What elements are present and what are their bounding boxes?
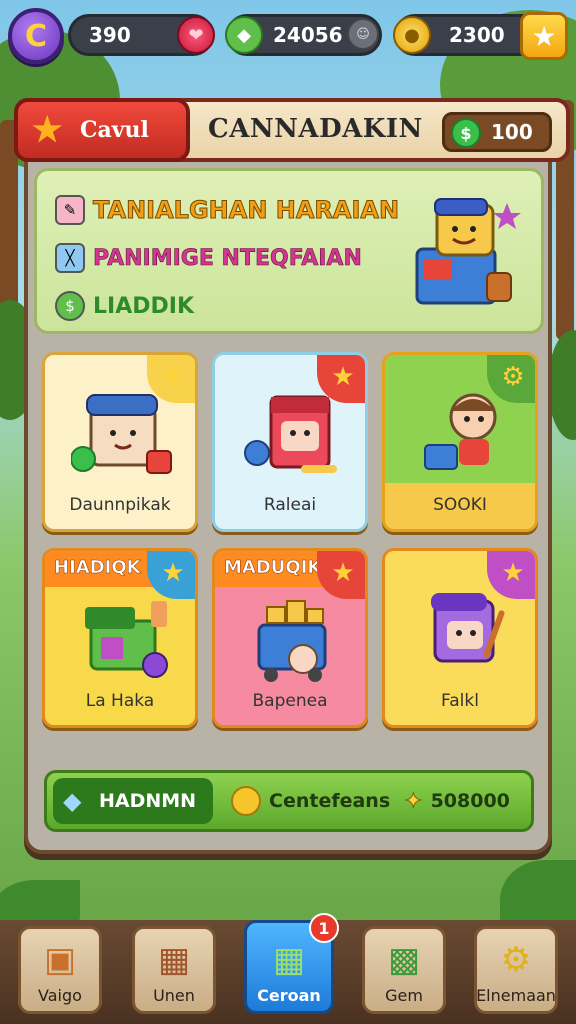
- nav-label: Ceroan: [257, 986, 321, 1005]
- task-banner[interactable]: ✎ TANIALGHAN HARAIAN ╳ PANIMIGE NTEQFAIA…: [34, 168, 544, 334]
- task-label: LIADDIK: [93, 293, 194, 319]
- gem-icon: ◆: [225, 16, 263, 54]
- lives-value: 390: [89, 23, 131, 47]
- panel-header: ★ Cavul CANNADAKIN $ 100: [14, 98, 570, 162]
- task-label: TANIALGHAN HARAIAN: [92, 196, 400, 225]
- gear-icon: ⚙: [500, 940, 532, 980]
- gem-icon: ◆: [63, 787, 82, 815]
- task-item: ╳ PANIMIGE NTEQFAIAN: [55, 243, 362, 273]
- purple-cube-character-icon: [431, 593, 505, 663]
- notification-badge: 1: [309, 913, 339, 943]
- task-label: PANIMIGE NTEQFAIAN: [93, 245, 362, 271]
- nav-label: Elnemaan: [476, 986, 556, 1005]
- nav-label: Gem: [385, 986, 423, 1005]
- gems-counter: ◆ 24056 ☺: [225, 14, 382, 56]
- reward-strip[interactable]: ◆ HADNMN Centefeans ✦ 508000: [44, 770, 534, 832]
- reward-strip-label: HADNMN: [99, 790, 197, 812]
- card-label: SOOKI: [385, 483, 535, 529]
- lives-counter: 390 ❤: [68, 14, 215, 56]
- card-label: La Haka: [85, 691, 155, 711]
- heart-icon: ❤: [177, 16, 215, 54]
- panel-coin-value: 100: [491, 120, 533, 144]
- armchair-icon: ▩: [387, 940, 421, 980]
- category-ribbon[interactable]: ★ Cavul: [14, 98, 190, 162]
- item-card-4[interactable]: HIADIQK ★ La Haka: [42, 548, 198, 728]
- item-card-6[interactable]: ★ Falkl: [382, 548, 538, 728]
- panel-coin-counter: $ 100: [442, 112, 552, 152]
- map-icon: ▦: [272, 940, 306, 980]
- card-label: Bapenea: [252, 691, 328, 711]
- ribbon-label: Cavul: [80, 117, 149, 143]
- task-item: $ LIADDIK: [55, 291, 194, 321]
- profile-avatar-button[interactable]: C: [8, 8, 64, 64]
- coin-stack-icon: ●: [393, 16, 431, 54]
- pencil-icon: ✎: [55, 195, 85, 225]
- nav-item-unen[interactable]: ▦ Unen: [132, 926, 216, 1014]
- house-blocks-icon: [85, 601, 168, 678]
- nav-label: Vaigo: [38, 986, 82, 1005]
- item-card-2[interactable]: ★ Raleai: [212, 352, 368, 532]
- reward-strip-left: ◆ HADNMN: [53, 778, 213, 824]
- nav-item-elnemaan[interactable]: ⚙ Elnemaan: [474, 926, 558, 1014]
- dollar-coin-icon: $: [451, 118, 481, 148]
- nav-item-gem[interactable]: ▩ Gem: [362, 926, 446, 1014]
- top-hud: C 390 ❤ ◆ 24056 ☺ ● 2300 ★: [8, 8, 568, 64]
- card-label: Daunnpikak: [69, 495, 171, 515]
- nav-item-ceroan[interactable]: 1 ▦ Ceroan: [244, 913, 339, 1014]
- star-icon: ★: [32, 110, 63, 150]
- nav-label: Unen: [153, 986, 195, 1005]
- card-label: Falkl: [441, 691, 479, 711]
- star-icon: ★: [331, 558, 355, 588]
- gold-cart-icon: [257, 600, 327, 682]
- kid-builder-icon: [424, 393, 497, 470]
- backpack-icon: ▦: [157, 940, 191, 980]
- toolbox-character-icon: [415, 198, 521, 305]
- reward-strip-value: 508000: [430, 790, 510, 812]
- nav-item-vaigo[interactable]: ▣ Vaigo: [18, 926, 102, 1014]
- ruler-icon: ╳: [55, 243, 85, 273]
- card-label: Raleai: [263, 495, 317, 515]
- task-item: ✎ TANIALGHAN HARAIAN: [55, 195, 400, 225]
- star-button[interactable]: ★: [520, 12, 568, 60]
- reward-strip-middle: Centefeans: [231, 786, 390, 816]
- coin-icon: [231, 786, 261, 816]
- item-card-3[interactable]: ⚙ SOOKI: [382, 352, 538, 532]
- cube-character-icon: [244, 395, 337, 473]
- sparkle-icon: ✦: [404, 788, 423, 814]
- reward-strip-right: ✦ 508000: [404, 788, 510, 814]
- face-icon: ☺: [347, 18, 379, 50]
- dollar-coin-icon: $: [55, 291, 85, 321]
- panel-title: CANNADAKIN: [208, 114, 423, 144]
- star-icon: ★: [531, 19, 557, 53]
- avatar-glyph: C: [24, 18, 48, 54]
- bottom-nav: ▣ Vaigo ▦ Unen 1 ▦ Ceroan ▩ Gem ⚙ Elnema…: [0, 913, 576, 1024]
- chest-icon: ▣: [43, 940, 77, 980]
- builder-character-icon: [71, 394, 172, 474]
- star-icon: ★: [161, 558, 185, 588]
- main-panel: ★ Cavul CANNADAKIN $ 100 ✎ TANIALGHAN HA…: [14, 98, 570, 854]
- reward-strip-mid-label: Centefeans: [269, 790, 391, 812]
- item-card-5[interactable]: MADUQIK ★ Bapenea: [212, 548, 368, 728]
- item-card-1[interactable]: ★ Daunnpikak: [42, 352, 198, 532]
